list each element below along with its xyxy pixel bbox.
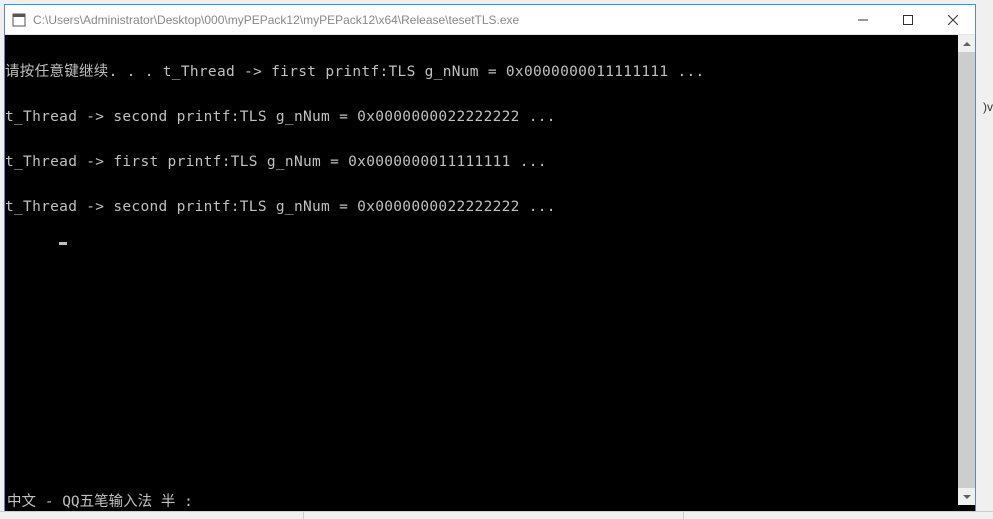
scroll-track[interactable] xyxy=(958,52,975,488)
ime-status-line: 中文 - QQ五笔输入法 半 : xyxy=(5,490,195,511)
minimize-button[interactable] xyxy=(840,5,885,34)
background-panel-borders xyxy=(0,511,993,519)
vertical-scrollbar[interactable] xyxy=(958,35,975,505)
close-button[interactable] xyxy=(930,5,975,34)
console-client-area[interactable]: 请按任意键继续. . . t_Thread -> first printf:TL… xyxy=(5,35,975,511)
console-output: 请按任意键继续. . . t_Thread -> first printf:TL… xyxy=(5,35,975,260)
console-line: t_Thread -> second printf:TLS g_nNum = 0… xyxy=(5,200,975,215)
maximize-button[interactable] xyxy=(885,5,930,34)
scroll-thumb[interactable] xyxy=(958,52,975,488)
console-line: t_Thread -> second printf:TLS g_nNum = 0… xyxy=(5,110,975,125)
scroll-down-arrow[interactable] xyxy=(958,488,975,505)
titlebar[interactable]: C:\Users\Administrator\Desktop\000\myPEP… xyxy=(5,5,975,35)
window-controls xyxy=(840,5,975,34)
console-line: t_Thread -> first printf:TLS g_nNum = 0x… xyxy=(5,155,975,170)
app-icon xyxy=(11,12,27,28)
window-title: C:\Users\Administrator\Desktop\000\myPEP… xyxy=(33,13,840,27)
console-window: C:\Users\Administrator\Desktop\000\myPEP… xyxy=(4,4,976,512)
console-line: 请按任意键继续. . . t_Thread -> first printf:TL… xyxy=(5,65,975,80)
text-cursor xyxy=(59,242,67,245)
scroll-up-arrow[interactable] xyxy=(958,35,975,52)
background-partial-text: )v xyxy=(983,100,993,114)
